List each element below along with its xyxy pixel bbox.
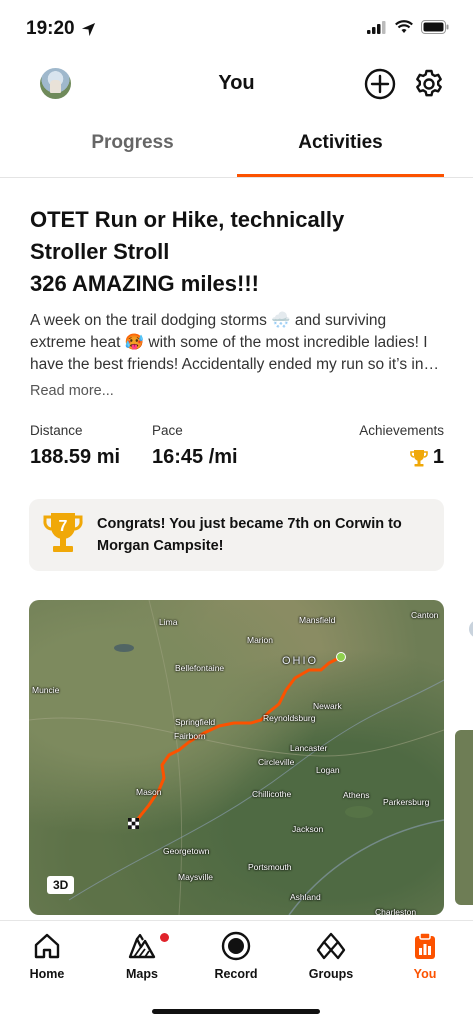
map-label-muncie: Muncie — [32, 685, 60, 695]
route-finish-marker — [128, 818, 139, 829]
header: You — [0, 60, 473, 108]
map-label-lancaster: Lancaster — [290, 743, 328, 753]
nav-groups-label: Groups — [308, 967, 354, 981]
map-label-logan: Logan — [316, 765, 340, 775]
tab-activities[interactable]: Activities — [237, 132, 444, 178]
nav-maps-label: Maps — [126, 967, 158, 981]
nav-you[interactable]: You — [385, 931, 465, 981]
nav-you-label: You — [413, 967, 437, 981]
map-label-marion: Marion — [247, 635, 273, 645]
distance-value: 188.59 mi — [30, 446, 121, 468]
map-label-parkersburg: Parkersburg — [383, 797, 430, 807]
map-label-lima: Lima — [159, 617, 178, 627]
nav-record[interactable]: Record — [196, 931, 276, 981]
distance-stat: Distance 188.59 mi — [30, 423, 120, 469]
achievements-stat[interactable]: Achievements 1 — [359, 423, 444, 469]
congrats-card[interactable]: 7 Congrats! You just became 7th on Corwi… — [29, 499, 444, 571]
page-title: You — [218, 72, 255, 94]
record-icon — [221, 931, 251, 961]
next-card-peek[interactable] — [455, 600, 473, 915]
trophy-rank-icon: 7 — [43, 513, 83, 552]
status-time: 19:20 — [26, 18, 96, 40]
activity-title[interactable]: OTET Run or Hike, technically Stroller S… — [30, 204, 450, 300]
wifi-icon — [395, 20, 413, 33]
active-tab-indicator — [237, 174, 444, 177]
map-label-charleston: Charleston — [375, 907, 417, 915]
status-icons — [367, 20, 449, 34]
achievements-value-row: 1 — [359, 446, 444, 469]
map-label-portsmouth: Portsmouth — [248, 862, 292, 872]
map-label-newark: Newark — [313, 701, 342, 711]
nav-groups[interactable]: Groups — [291, 931, 371, 981]
map-terrain — [29, 600, 444, 915]
gear-icon[interactable] — [413, 68, 445, 100]
distance-label: Distance — [30, 423, 83, 438]
battery-icon — [421, 20, 449, 34]
map-3d-toggle[interactable]: 3D — [47, 876, 75, 894]
tab-progress[interactable]: Progress — [29, 132, 236, 178]
map-label-mansfield: Mansfield — [299, 615, 336, 625]
groups-icon — [316, 932, 346, 960]
nav-home[interactable]: Home — [7, 931, 87, 981]
achievements-count: 1 — [432, 446, 444, 468]
pace-stat: Pace 16:45 /mi — [152, 423, 238, 469]
map-label-bellefontaine: Bellefontaine — [175, 663, 225, 673]
map-label-georgetown: Georgetown — [163, 846, 210, 856]
map-label-ohio: OHIO — [282, 655, 319, 667]
maps-icon — [128, 933, 156, 959]
achievements-label: Achievements — [359, 423, 444, 438]
activity-description: A week on the trail dodging storms 🌨️ an… — [30, 312, 439, 373]
home-icon — [34, 933, 60, 959]
pace-value: 16:45 /mi — [152, 446, 238, 468]
map-label-canton: Canton — [411, 610, 439, 620]
map-label-athens: Athens — [343, 790, 370, 800]
map-label-chillicothe: Chillicothe — [252, 789, 292, 799]
activity-title-line2: Stroller Stroll — [30, 239, 170, 264]
read-more-link[interactable]: Read more... — [30, 383, 114, 399]
tab-bar: Progress Activities — [0, 120, 473, 178]
activity-title-line1: OTET Run or Hike, technically — [30, 207, 345, 232]
map-label-circleville: Circleville — [258, 757, 295, 767]
pace-label: Pace — [152, 423, 183, 438]
route-map[interactable]: Lima Mansfield Canton Marion OHIO Bellef… — [29, 600, 444, 915]
congrats-text: Congrats! You just became 7th on Corwin … — [97, 516, 402, 554]
maps-notification-dot — [160, 933, 169, 942]
you-icon — [415, 932, 435, 959]
map-label-jackson: Jackson — [292, 824, 324, 834]
map-label-ashland: Ashland — [290, 892, 321, 902]
map-label-maysville: Maysville — [178, 872, 213, 882]
add-icon[interactable] — [364, 68, 396, 100]
nav-record-label: Record — [214, 967, 258, 981]
clock: 19:20 — [26, 18, 75, 39]
rank-number: 7 — [59, 518, 68, 535]
route-line — [132, 655, 343, 826]
map-label-reynoldsburg: Reynoldsburg — [263, 713, 316, 723]
map-label-mason: Mason — [136, 787, 162, 797]
trophy-icon — [410, 449, 428, 466]
home-indicator — [152, 1009, 320, 1014]
nav-maps[interactable]: Maps — [102, 931, 182, 981]
bottom-nav: Home Maps Record Groups You — [0, 920, 473, 1024]
nav-home-label: Home — [29, 967, 65, 981]
location-arrow-icon — [81, 22, 95, 36]
route-start-marker — [336, 652, 346, 662]
map-label-springfield: Springfield — [175, 717, 216, 727]
activity-title-line3: 326 AMAZING miles!!! — [30, 271, 260, 296]
status-bar: 19:20 — [0, 0, 473, 56]
cellular-signal-icon — [367, 20, 386, 34]
map-label-fairborn: Fairborn — [174, 731, 206, 741]
